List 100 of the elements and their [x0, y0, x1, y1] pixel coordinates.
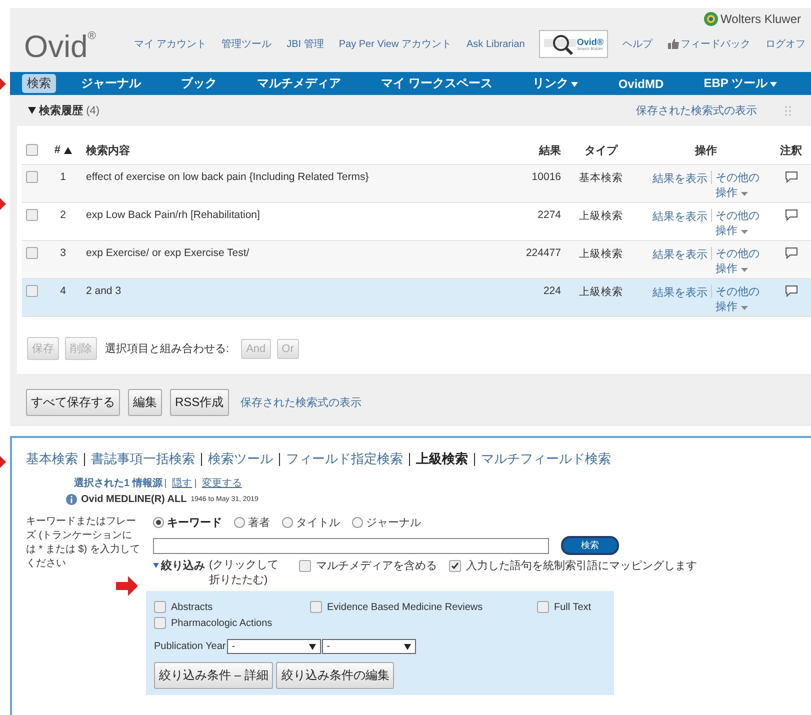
nav-tab[interactable]: 検索 [22, 74, 56, 93]
search-tab[interactable]: 上級検索 [416, 450, 468, 468]
arrow-icon [0, 198, 6, 210]
thumbs-up-icon [668, 39, 678, 49]
search-tab[interactable]: 書誌事項一括検索 [91, 450, 195, 468]
section-title[interactable]: 検索履歴 (4) [28, 103, 100, 118]
dropdown-arrow-icon [308, 644, 316, 650]
row-checkbox[interactable] [26, 209, 38, 222]
nav-tab[interactable]: ブック [176, 74, 222, 93]
footer-button[interactable]: 編集 [128, 389, 162, 416]
footer-button[interactable]: すべて保存する [26, 389, 120, 416]
dropdown-arrow-icon [404, 644, 411, 650]
view-results-link[interactable]: 結果を表示 [652, 285, 712, 298]
change-link[interactable]: 変更する [202, 478, 242, 489]
caret-icon [740, 192, 748, 196]
option-checkbox[interactable]: 入力した語句を統制索引語にマッピングします [449, 558, 697, 573]
nav-tab[interactable]: マルチメディア [252, 74, 346, 93]
limit-checkbox[interactable]: Pharmacologic Actions [154, 617, 310, 629]
more-actions-link[interactable]: その他の操作 [712, 285, 760, 315]
limit-checkbox[interactable]: Full Text [537, 601, 606, 613]
nav-tab[interactable]: ジャーナル [76, 74, 146, 93]
nav-tab[interactable]: OvidMD [613, 76, 669, 92]
search-mode-radio[interactable]: 著者 [234, 515, 270, 530]
caret-icon [153, 563, 159, 568]
limit-button[interactable]: 絞り込み条件の編集 [276, 662, 394, 689]
header-link[interactable]: フィードバック [668, 37, 750, 51]
view-results-link[interactable]: 結果を表示 [652, 247, 712, 260]
history-row[interactable]: 4 2 and 3 224 上級検索 結果を表示 その他の操作 [22, 279, 811, 317]
header-link[interactable]: ヘルプ [622, 37, 652, 51]
limit-checkbox[interactable]: Evidence Based Medicine Reviews [310, 601, 537, 613]
row-checkbox[interactable] [26, 171, 38, 184]
limit-checkbox[interactable]: Abstracts [154, 601, 310, 613]
search-query: exp Exercise/ or exp Exercise Test/ [85, 247, 250, 259]
combine-label: 選択項目と組み合わせる: [105, 342, 230, 356]
row-checkbox[interactable] [26, 285, 38, 298]
row-checkbox[interactable] [26, 247, 38, 260]
year-from-select[interactable]: - [226, 639, 321, 654]
arrow-icon [0, 456, 6, 468]
view-results-link[interactable]: 結果を表示 [652, 209, 712, 222]
row-number: 3 [59, 247, 67, 259]
more-actions-link[interactable]: その他の操作 [712, 171, 760, 201]
search-mode-radio[interactable]: ジャーナル [352, 515, 421, 530]
column-header[interactable]: # [48, 144, 78, 156]
history-row[interactable]: 1 effect of exercise on low back pain {Including Related Terms} 10016 基本検索 結果を表示 その他の操作 [22, 165, 811, 203]
history-row[interactable]: 3 exp Exercise/ or exp Exercise Test/ 224477 上級検索 結果を表示 その他の操作 [22, 241, 811, 279]
header-link[interactable]: JBI 管理 [286, 37, 324, 51]
saved-searches-link[interactable]: 保存された検索式の表示 [240, 395, 362, 410]
view-results-link[interactable]: 結果を表示 [652, 171, 712, 184]
column-header: 結果 [538, 144, 561, 158]
search-mode-radio[interactable]: タイトル [282, 515, 340, 530]
search-mode-radio[interactable]: キーワード [153, 515, 222, 530]
search-type: 上級検索 [578, 247, 624, 261]
row-number: 1 [59, 171, 67, 183]
badge-title: Ovid® [576, 38, 604, 46]
search-type: 基本検索 [578, 171, 624, 185]
option-checkbox[interactable]: マルチメディアを含める [299, 558, 437, 573]
brand-name: Wolters Kluwer [704, 12, 801, 26]
select-all-checkbox[interactable] [26, 144, 38, 156]
comment-icon[interactable] [784, 247, 798, 259]
header-link[interactable]: Ask Librarian [466, 38, 525, 50]
limit-button[interactable]: 絞り込み条件 – 詳細 [154, 662, 274, 689]
info-icon [66, 494, 77, 505]
search-button[interactable]: 検索 [561, 536, 619, 555]
column-header: タイプ [584, 144, 619, 158]
comment-icon[interactable] [784, 209, 798, 221]
result-count: 224 [542, 285, 561, 297]
caret-icon [740, 230, 748, 234]
drag-handle-icon[interactable] [785, 106, 791, 116]
search-tab[interactable]: フィールド指定検索 [286, 450, 403, 468]
search-query: exp Low Back Pain/rh [Rehabilitation] [85, 209, 261, 221]
search-tab[interactable]: 検索ツール [208, 450, 273, 468]
search-type: 上級検索 [578, 285, 624, 299]
comment-icon[interactable] [784, 285, 798, 297]
year-to-select[interactable]: - [322, 639, 416, 654]
nav-tab[interactable]: リンク [527, 74, 584, 93]
nav-tab[interactable]: マイ ワークスペース [376, 74, 498, 93]
header-link[interactable]: マイ アカウント [134, 37, 207, 51]
column-header: 注釈 [779, 144, 803, 158]
collapse-triangle-icon [28, 107, 36, 114]
header-link[interactable]: Pay Per View アカウント [338, 37, 452, 51]
limits-toggle[interactable]: 絞り込み [153, 558, 205, 573]
database-name: Ovid MEDLINE(R) ALL [81, 494, 187, 505]
nav-tab[interactable]: EBP ツール [698, 74, 782, 93]
header-link[interactable]: 管理ツール [222, 37, 272, 51]
caret-icon [770, 82, 778, 87]
more-actions-link[interactable]: その他の操作 [712, 209, 760, 239]
result-count: 10016 [530, 171, 561, 183]
ovid-logo: Ovid$^{®}$ [24, 31, 96, 62]
more-actions-link[interactable]: その他の操作 [712, 247, 760, 277]
footer-button[interactable]: RSS作成 [170, 389, 229, 416]
saved-searches-link[interactable]: 保存された検索式の表示 [636, 103, 757, 118]
comment-icon[interactable] [784, 171, 798, 183]
header-link[interactable]: ログオフ [766, 37, 806, 51]
caret-icon [740, 306, 748, 310]
row-number: 2 [59, 209, 67, 221]
search-tab[interactable]: マルチフィールド検索 [481, 450, 611, 468]
search-input[interactable] [153, 538, 549, 554]
hide-link[interactable]: 隠す [172, 478, 192, 489]
sort-ascending-icon [64, 146, 72, 154]
search-tab[interactable]: 基本検索 [26, 450, 78, 468]
